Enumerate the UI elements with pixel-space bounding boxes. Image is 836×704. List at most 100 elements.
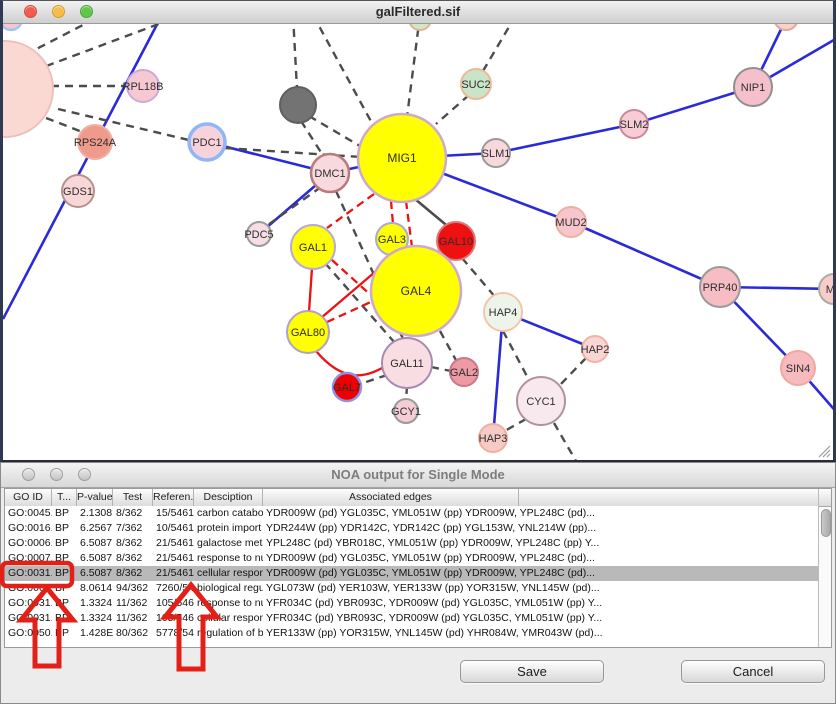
node-dmc1[interactable] [311, 154, 349, 192]
network-edge[interactable] [436, 95, 469, 124]
table-row[interactable]: GO:0016...BP6.2567...7/36210/54615protei… [5, 521, 818, 536]
cell-test: 11/362 [113, 611, 153, 626]
node-slm1[interactable] [482, 139, 510, 167]
column-header-go-id[interactable]: GO ID [5, 489, 52, 506]
node-unlabeled[interactable] [280, 87, 316, 123]
node-gal4[interactable] [371, 246, 461, 336]
node-nip1[interactable] [734, 68, 772, 106]
table-row[interactable]: GO:0031...BP1.3324...11/362105/546...cel… [5, 611, 818, 626]
cell-go_id: GO:0031... [5, 611, 52, 626]
network-edge[interactable] [391, 201, 393, 224]
cell-type: BP [52, 566, 77, 581]
resize-grip-icon[interactable] [819, 446, 830, 457]
network-edge[interactable] [462, 258, 496, 298]
network-edge[interactable] [431, 367, 451, 371]
network-edge[interactable] [313, 15, 373, 125]
network-edge[interactable] [265, 187, 321, 227]
node-gal2[interactable] [450, 358, 478, 386]
node-rpl18b[interactable] [127, 70, 159, 102]
results-table-header: GO IDT...P-valueTestReferen...Desciption… [5, 489, 831, 507]
node-hap4[interactable] [484, 293, 522, 331]
cell-description: cellular respons... [194, 611, 263, 626]
table-row[interactable]: GO:0031...BP1.3324...11/362105/546...res… [5, 596, 818, 611]
table-row[interactable]: GO:0050...BP1.428E...80/3625778/54...reg… [5, 626, 818, 641]
cell-p_value: 6.5087... [77, 551, 113, 566]
table-row[interactable]: GO:0045...BP2.1308...8/36215/54615carbon… [5, 506, 818, 521]
save-button[interactable]: Save [460, 660, 604, 683]
cell-go_id: GO:0007... [5, 551, 52, 566]
cell-description: biological regul... [194, 581, 263, 596]
cell-description: response to nut... [194, 551, 263, 566]
node-gal1[interactable] [291, 225, 335, 269]
cell-edges: YER133W (pp) YOR315W, YNL145W (pd) YHR08… [263, 626, 818, 641]
column-header-p-value[interactable]: P-value [77, 489, 113, 506]
vertical-scrollbar[interactable] [818, 489, 831, 647]
table-row[interactable]: GO:0007...BP6.5087...8/36221/54615respon… [5, 551, 818, 566]
table-row[interactable]: GO:0006...BP6.5087...8/36221/54615galact… [5, 536, 818, 551]
column-header-referen-[interactable]: Referen... [153, 489, 194, 506]
node-prp40[interactable] [700, 267, 740, 307]
node-gcy1[interactable] [394, 399, 418, 423]
network-edge[interactable] [496, 124, 634, 153]
column-header-desciption[interactable]: Desciption [194, 489, 263, 506]
cell-reference: 21/54615 [153, 566, 194, 581]
cancel-button[interactable]: Cancel [681, 660, 825, 683]
noa-window-titlebar: NOA output for Single Mode [1, 463, 835, 488]
cell-reference: 105/546... [153, 611, 194, 626]
node-slm2[interactable] [620, 110, 648, 138]
network-edge[interactable] [560, 358, 586, 385]
cell-description: response to nut... [194, 596, 263, 611]
network-canvas[interactable]: RPL18BRPS24AGDS1PDC1DMC1MIG1SLM1SLM2NIP1… [3, 1, 833, 460]
node-gal11[interactable] [382, 338, 432, 388]
network-edge[interactable] [309, 116, 365, 149]
table-row[interactable]: GO:0065...BP8.0614...94/3627260/54...bio… [5, 581, 818, 596]
column-header-t-[interactable]: T... [52, 489, 77, 506]
column-header-associated-edges[interactable]: Associated edges [263, 489, 519, 506]
node-mud2[interactable] [556, 207, 586, 237]
network-edge[interactable] [571, 222, 720, 287]
results-table: GO IDT...P-valueTestReferen...Desciption… [4, 488, 832, 648]
node-gal80[interactable] [287, 311, 329, 353]
node-hap3[interactable] [479, 424, 507, 452]
network-edge[interactable] [440, 331, 457, 362]
network-edge[interactable] [503, 419, 526, 432]
scrollbar-thumb[interactable] [821, 509, 831, 537]
cell-type: BP [52, 611, 77, 626]
network-edge[interactable] [309, 268, 312, 312]
network-edge[interactable] [293, 15, 297, 89]
cell-reference: 21/54615 [153, 536, 194, 551]
cell-edges: YDR009W (pd) YGL035C, YML051W (pp) YDR00… [263, 506, 818, 521]
network-edge[interactable] [360, 375, 387, 384]
network-edge[interactable] [503, 331, 530, 382]
node-cyc1[interactable] [517, 377, 565, 425]
node-ms[interactable] [819, 274, 833, 304]
cell-p_value: 6.5087... [77, 536, 113, 551]
cell-go_id: GO:0031... [5, 566, 52, 581]
network-edge[interactable] [316, 351, 384, 375]
node-hap2[interactable] [582, 336, 608, 362]
cell-edges: YFR034C (pd) YBR093C, YDR009W (pd) YGL03… [263, 611, 818, 626]
cell-edges: YDR009W (pd) YGL035C, YML051W (pp) YDR00… [263, 551, 818, 566]
network-edge[interactable] [554, 423, 576, 460]
node-sin4[interactable] [781, 351, 815, 385]
node-gds1[interactable] [62, 175, 94, 207]
network-edge[interactable] [301, 121, 324, 157]
cell-reference: 7260/54... [153, 581, 194, 596]
cell-type: BP [52, 506, 77, 521]
noa-output-window: NOA output for Single Mode GO IDT...P-va… [0, 462, 836, 704]
cell-go_id: GO:0045... [5, 506, 52, 521]
cell-type: BP [52, 626, 77, 641]
node-pdc5[interactable] [247, 222, 271, 246]
cell-go_id: GO:0016... [5, 521, 52, 536]
node-pdc1[interactable] [189, 124, 225, 160]
cell-reference: 15/54615 [153, 506, 194, 521]
node-suc2[interactable] [461, 69, 491, 99]
cell-test: 80/362 [113, 626, 153, 641]
node-mig1[interactable] [358, 114, 446, 202]
node-rps24a[interactable] [78, 125, 112, 159]
node-gal7[interactable] [333, 373, 361, 401]
cell-reference: 5778/54... [153, 626, 194, 641]
column-header-test[interactable]: Test [113, 489, 153, 506]
node-unlabeled[interactable] [3, 41, 53, 137]
table-row-selected[interactable]: GO:0031...BP6.5087...8/36221/54615cellul… [5, 566, 818, 581]
